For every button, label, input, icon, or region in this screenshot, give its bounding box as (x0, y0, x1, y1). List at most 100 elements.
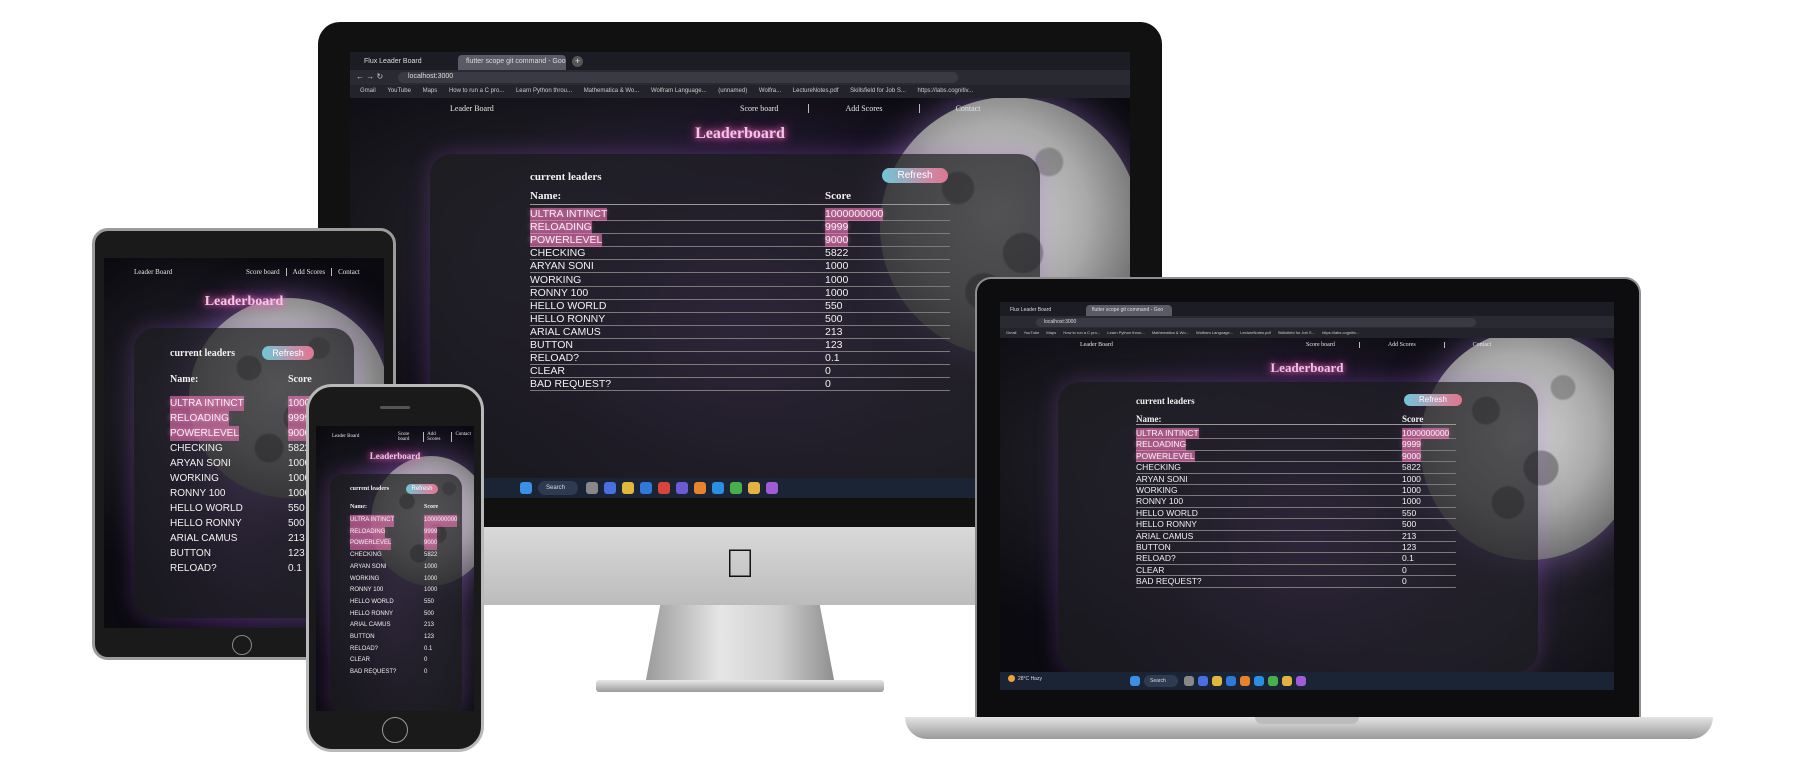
table-row: RELOAD? 0.1 (1136, 553, 1456, 565)
bookmark[interactable]: Learn Python throu... (516, 85, 572, 98)
panel-title: current leaders (170, 348, 236, 359)
player-score: 1000 (1402, 473, 1421, 484)
vscode-icon[interactable] (712, 482, 724, 494)
nav-contact[interactable]: Contact (1443, 342, 1520, 348)
imac-stand (645, 605, 835, 685)
player-score: 550 (424, 598, 435, 605)
bookmark[interactable]: LectureNotes.pdf (1240, 328, 1270, 338)
chrome-icon[interactable] (730, 482, 742, 494)
player-score: 500 (424, 610, 435, 617)
firefox-icon[interactable] (1240, 676, 1250, 686)
nav-contact[interactable]: Contact (331, 268, 366, 276)
bookmark[interactable]: How to run a C pro... (449, 85, 504, 98)
edge-icon[interactable] (640, 482, 652, 494)
windows-start-icon[interactable] (520, 482, 532, 494)
browser-tab[interactable]: flutter scope git command - Goo (1086, 305, 1172, 316)
bookmark[interactable]: Wolfram Language... (651, 85, 707, 98)
app-icon[interactable] (676, 482, 688, 494)
player-name: CHECKING (170, 443, 223, 454)
player-score: 1000 (825, 273, 849, 286)
app-icon[interactable] (1296, 676, 1306, 686)
chat-icon[interactable] (604, 482, 616, 494)
nav-add-scores[interactable]: Add Scores (1358, 342, 1444, 348)
taskbar-search[interactable]: Search (538, 481, 578, 495)
edge-icon[interactable] (1226, 676, 1236, 686)
bookmark[interactable]: Maps (1046, 328, 1056, 338)
bookmark[interactable]: Learn Python throu... (1107, 328, 1144, 338)
browser-tab-strip: Flux Leader Board flutter scope git comm… (350, 52, 1130, 70)
table-row: ARIAL CAMUS 213 (1136, 531, 1456, 542)
player-score: 123 (1402, 542, 1417, 552)
player-name: BAD REQUEST? (530, 378, 612, 391)
folder-icon[interactable] (748, 482, 760, 494)
bookmark[interactable]: Skillsfield for Job S... (1278, 328, 1315, 338)
nav-add-scores[interactable]: Add Scores (808, 103, 918, 113)
taskview-icon[interactable] (586, 482, 598, 494)
nav-contact[interactable]: Contact (918, 103, 1017, 113)
browser-tab[interactable]: flutter scope git command - Goo (458, 55, 566, 70)
bookmark[interactable]: Wolfram Language... (1196, 328, 1233, 338)
table-row: CHECKING 5822 (530, 247, 950, 261)
bookmark[interactable]: YouTube (1024, 328, 1040, 338)
bookmark[interactable]: Gmail (1006, 328, 1016, 338)
file-explorer-icon[interactable] (622, 482, 634, 494)
table-row: WORKING 1000 (530, 274, 950, 287)
browser-tab[interactable]: Flux Leader Board (356, 55, 456, 70)
windows-start-icon[interactable] (1130, 676, 1140, 686)
bookmark[interactable]: https://labs.cognitiv... (918, 85, 974, 98)
bookmark[interactable]: Gmail (360, 85, 376, 98)
bookmark[interactable]: https://labs.cognitiv... (1322, 328, 1359, 338)
player-score: 1000 (1402, 496, 1421, 507)
nav-add-scores[interactable]: Add Scores (285, 268, 331, 276)
player-name: BUTTON (530, 339, 573, 351)
browser-tab[interactable]: Flux Leader Board (1004, 305, 1084, 316)
folder-icon[interactable] (1282, 676, 1292, 686)
nav-add-scores[interactable]: Add Scores (423, 431, 451, 442)
taskview-icon[interactable] (1184, 676, 1194, 686)
file-explorer-icon[interactable] (1212, 676, 1222, 686)
address-text: localhost:3000 (1044, 319, 1077, 325)
chat-icon[interactable] (1198, 676, 1208, 686)
nav-score-board[interactable]: Score board (740, 104, 808, 113)
nav-score-board[interactable]: Score board (246, 268, 286, 276)
bookmark[interactable]: Mathematica & Wo... (584, 85, 640, 98)
iphone-screen: Leader Board Score board Add Scores Cont… (316, 426, 474, 711)
chrome-icon[interactable] (1268, 676, 1278, 686)
app-icon[interactable] (766, 482, 778, 494)
brand-link[interactable]: Leader Board (134, 268, 172, 276)
new-tab-button[interactable]: + (572, 56, 583, 67)
back-forward-icon[interactable]: ← → ↻ (356, 72, 383, 81)
weather-widget[interactable]: 28°C Hazy (1008, 675, 1042, 682)
table-row: WORKING 1000 (1136, 485, 1456, 497)
site-navbar: Leader Board Score board Add Scores Cont… (104, 266, 384, 278)
address-bar[interactable]: localhost:3000 (398, 72, 958, 83)
nav-score-board[interactable]: Score board (1306, 342, 1359, 348)
name-column-header: Name: (350, 504, 367, 510)
refresh-button[interactable]: Refresh (262, 346, 314, 360)
refresh-button[interactable]: Refresh (882, 168, 948, 183)
bookmark[interactable]: Wolfra... (759, 85, 781, 98)
taskbar-search[interactable]: Search (1144, 675, 1178, 687)
brand-link[interactable]: Leader Board (1080, 342, 1113, 348)
brand-link[interactable]: Leader Board (332, 434, 359, 439)
nav-score-board[interactable]: Score board (398, 432, 423, 442)
bookmark[interactable]: How to run a C pro... (1063, 328, 1100, 338)
player-score: 9999 (1402, 439, 1421, 451)
address-bar[interactable]: localhost:3000 (1036, 318, 1476, 327)
bookmark[interactable]: LectureNotes.pdf (793, 85, 839, 98)
bookmark[interactable]: YouTube (387, 85, 411, 98)
brand-link[interactable]: Leader Board (450, 104, 494, 113)
refresh-button[interactable]: Refresh (1404, 394, 1462, 406)
table-row: BAD REQUEST? 0 (1136, 576, 1456, 588)
firefox-icon[interactable] (694, 482, 706, 494)
nav-contact[interactable]: Contact (451, 431, 474, 442)
site-navbar: Leader Board Score board Add Scores Cont… (1000, 340, 1614, 350)
app-icon[interactable] (658, 482, 670, 494)
bookmark[interactable]: Maps (423, 85, 438, 98)
refresh-button[interactable]: Refresh (406, 484, 438, 494)
iphone-speaker (380, 406, 410, 409)
bookmark[interactable]: Mathematica & Wo... (1152, 328, 1189, 338)
bookmark[interactable]: Skillsfield for Job S... (850, 85, 906, 98)
bookmark[interactable]: (unnamed) (718, 85, 747, 98)
vscode-icon[interactable] (1254, 676, 1264, 686)
